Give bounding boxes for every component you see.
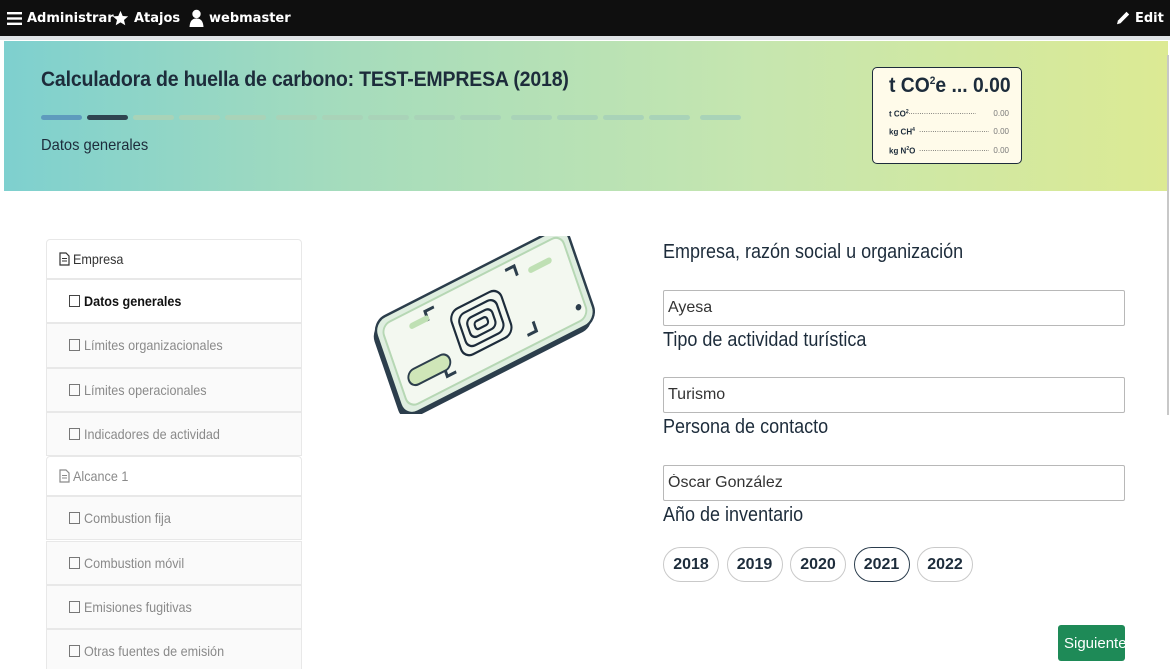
checkbox-icon [69, 556, 80, 569]
shortcuts-menu[interactable]: Atajos [112, 0, 180, 36]
step-progress-bar [41, 115, 761, 121]
progress-step [276, 115, 317, 120]
row-label-suffix: O [909, 146, 916, 156]
year-option-2020[interactable]: 2020 [790, 547, 846, 582]
activity-type-label: Tipo de actividad turística [663, 329, 867, 351]
year-option-2021[interactable]: 2021 [853, 547, 910, 582]
sidebar-item-label: Combustion fija [84, 510, 171, 527]
document-icon [59, 252, 70, 266]
progress-step [511, 115, 552, 120]
user-menu[interactable]: webmaster [189, 0, 291, 36]
year-option-2018[interactable]: 2018 [663, 547, 719, 582]
document-icon [59, 469, 70, 483]
pencil-icon [1117, 11, 1130, 25]
total-unit: t CO [889, 74, 930, 97]
checkbox-icon [69, 383, 80, 396]
sidebar-item-label: Alcance 1 [73, 468, 129, 485]
checkbox-icon [69, 339, 80, 352]
current-step-label: Datos generales [41, 137, 149, 154]
progress-step [368, 115, 409, 120]
phone-fingerprint-illustration [370, 228, 595, 419]
progress-step [41, 115, 82, 120]
inventory-year-label: Año de inventario [663, 504, 804, 526]
administer-menu[interactable]: Administrar [7, 0, 114, 36]
step-sidebar: Empresa Datos generales Límites organizaci… [46, 239, 302, 669]
row-value: 0.00 [993, 127, 1009, 136]
row-label: kg N [889, 146, 907, 156]
progress-step [133, 115, 174, 120]
sidebar-item[interactable]: Datos generales [46, 279, 302, 324]
total-suffix: e ... [935, 74, 968, 97]
toolbar-divider [0, 36, 1170, 40]
sidebar-item[interactable]: Emisiones fugitivas [46, 584, 302, 630]
emissions-row-n2o: kg N2O .................................… [889, 144, 1009, 156]
sidebar-item-label: Datos generales [84, 293, 182, 310]
row-value: 0.00 [993, 109, 1009, 118]
progress-step [225, 115, 266, 120]
sidebar-item[interactable]: Combustion móvil [46, 540, 302, 585]
row-label: t CO [889, 109, 906, 119]
contact-person-label: Persona de contacto [663, 416, 829, 438]
row-label: kg CH [889, 127, 913, 137]
sidebar-item-label: Otras fuentes de emisión [84, 643, 225, 660]
sidebar-item-label: Límites organizacionales [84, 337, 223, 354]
sidebar-item[interactable]: Combustion fija [46, 496, 302, 541]
row-label-sup: 4 [912, 127, 915, 133]
emissions-total: t CO2e ... 0.00 [889, 74, 1011, 98]
checkbox-icon [69, 428, 80, 441]
sidebar-item-label: Empresa [73, 251, 124, 267]
checkbox-icon [69, 600, 80, 613]
row-value: 0.00 [993, 146, 1009, 155]
emissions-summary: t CO2e ... 0.00 t CO2 ..................… [872, 67, 1022, 164]
sidebar-group[interactable]: Alcance 1 [46, 456, 302, 497]
checkbox-icon [69, 645, 80, 658]
username-label: webmaster [209, 10, 291, 26]
company-name-label: Empresa, razón social u organización [663, 241, 964, 263]
sidebar-item-label: Emisiones fugitivas [84, 598, 192, 615]
sidebar-group[interactable]: Empresa [46, 239, 302, 279]
checkbox-icon [69, 295, 80, 308]
progress-step [603, 115, 644, 120]
sidebar-item[interactable]: Otras fuentes de emisión [46, 629, 302, 669]
edit-button[interactable]: Edit [1116, 0, 1164, 36]
progress-step [179, 115, 220, 120]
hamburger-icon [7, 11, 22, 25]
year-option-2022[interactable]: 2022 [917, 547, 973, 582]
company-name-input[interactable] [663, 290, 1125, 326]
progress-step [460, 115, 501, 120]
edit-label: Edit [1135, 10, 1164, 26]
emissions-row-ch4: kg CH4 .................................… [889, 125, 1009, 137]
sidebar-item[interactable]: Indicadores de actividad [46, 411, 302, 457]
progress-step [700, 115, 741, 120]
star-icon [112, 10, 129, 25]
next-button[interactable]: Siguiente [1058, 625, 1127, 661]
progress-step [414, 115, 455, 120]
administer-label: Administrar [27, 10, 114, 26]
total-value: 0.00 [973, 74, 1011, 97]
sidebar-item-label: Límites operacionales [84, 381, 207, 398]
contact-person-input[interactable] [663, 465, 1125, 501]
progress-step [649, 115, 690, 120]
admin-toolbar: Administrar Atajos webmaster Edit [0, 0, 1170, 36]
checkbox-icon [69, 512, 80, 525]
shortcuts-label: Atajos [134, 10, 181, 26]
header-banner: Calculadora de huella de carbono: TEST-E… [4, 41, 1168, 191]
progress-step [87, 115, 128, 120]
page-title: Calculadora de huella de carbono: TEST-E… [41, 68, 569, 91]
user-icon [189, 9, 204, 27]
activity-type-input[interactable] [663, 377, 1125, 413]
sidebar-item[interactable]: Límites organizacionales [46, 323, 302, 368]
progress-step [557, 115, 598, 120]
progress-step [322, 115, 363, 120]
year-option-2019[interactable]: 2019 [726, 547, 783, 582]
page-scrollbar[interactable] [1167, 55, 1169, 415]
sidebar-item-label: Indicadores de actividad [84, 426, 220, 443]
emissions-row-co2: t CO2 ..................................… [889, 107, 1009, 119]
sidebar-item[interactable]: Límites operacionales [46, 367, 302, 412]
sidebar-item-label: Combustion móvil [84, 554, 185, 571]
